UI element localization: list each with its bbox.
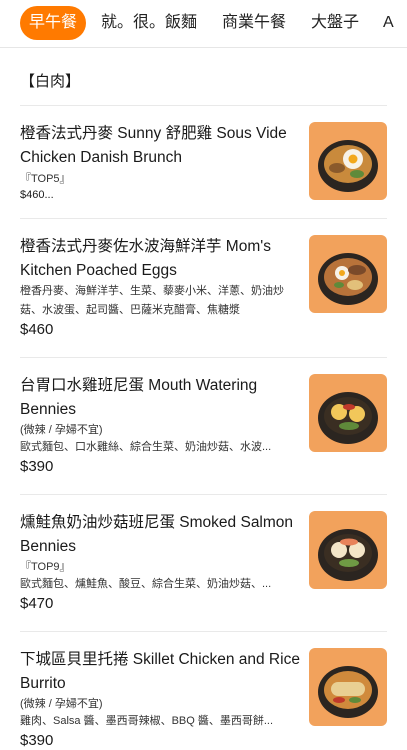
item-price: $460... — [20, 189, 54, 201]
item-name: 橙香法式丹麥佐水波海鮮洋芋 Mom's Kitchen Poached Eggs — [20, 238, 271, 279]
tab-big-plate[interactable]: 大盤子 — [311, 6, 359, 40]
item-description: 歐式麵包、口水雞絲、綜合生菜、奶油炒菇、水波... — [20, 441, 272, 453]
food-photo-icon — [309, 235, 387, 313]
item-tag: (微辣 / 孕婦不宜) — [20, 698, 103, 710]
item-name: 下城區貝里托捲 Skillet Chicken and Rice Burrito — [20, 651, 300, 692]
item-tag: 『TOP9』 — [20, 561, 71, 573]
divider — [20, 631, 387, 632]
tab-business-lunch[interactable]: 商業午餐 — [222, 6, 286, 40]
item-name: 燻鮭魚奶油炒菇班尼蛋 Smoked Salmon Bennies — [20, 514, 294, 555]
item-price: $390 — [20, 458, 54, 475]
item-name: 橙香法式丹麥 Sunny 舒肥雞 Sous Vide Chicken Danis… — [20, 125, 287, 166]
food-photo-icon — [309, 648, 387, 726]
divider — [20, 357, 387, 358]
category-tab-bar: 早午餐 就。很。飯麵 商業午餐 大盤子 A — [0, 0, 407, 48]
item-description: 歐式麵包、燻鮭魚、酸豆、綜合生菜、奶油炒菇、... — [20, 578, 272, 590]
item-price: $470 — [20, 595, 54, 612]
tab-brunch[interactable]: 早午餐 — [20, 6, 87, 40]
food-photo-icon — [309, 374, 387, 452]
item-price: $390 — [20, 732, 54, 749]
item-price: $460 — [20, 321, 54, 338]
food-photo-icon — [309, 122, 387, 200]
item-description: 雞肉、Salsa 醬、墨西哥辣椒、BBQ 醬、墨西哥餅... — [20, 715, 274, 727]
item-description: 橙香丹麥、海鮮洋芋、生菜、藜麥小米、洋蔥、奶油炒菇、水波蛋、起司醬、巴薩米克醋膏… — [20, 285, 284, 316]
tab-rice-noodles[interactable]: 就。很。飯麵 — [101, 6, 197, 40]
divider — [20, 218, 387, 219]
item-tag: (微辣 / 孕婦不宜) — [20, 424, 103, 436]
item-tag: 『TOP5』 — [20, 173, 71, 185]
tab-more[interactable]: A — [383, 6, 394, 40]
divider — [20, 494, 387, 495]
section-title: 【白肉】 — [20, 73, 81, 90]
divider — [20, 105, 387, 106]
food-photo-icon — [309, 511, 387, 589]
item-name: 台胃口水雞班尼蛋 Mouth Watering Bennies — [20, 377, 258, 418]
